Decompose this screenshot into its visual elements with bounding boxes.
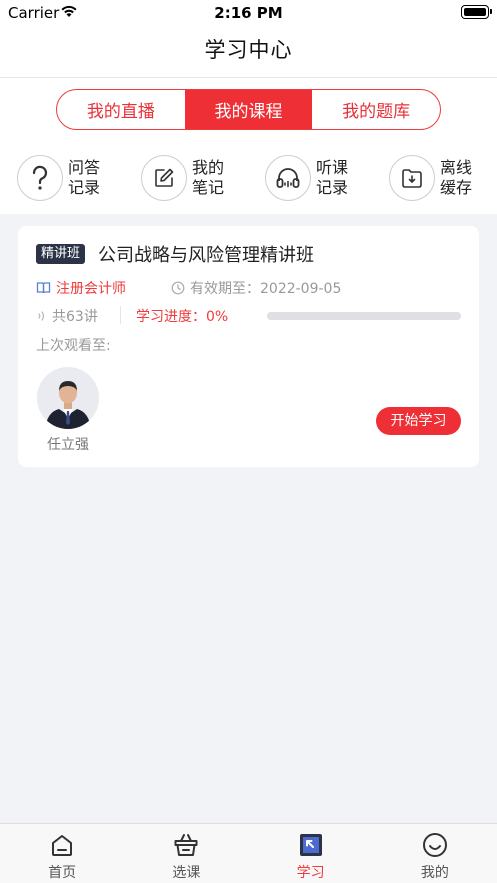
tab-my-live[interactable]: 我的直播 xyxy=(57,90,185,129)
listen-records-label: 听课 记录 xyxy=(316,158,349,197)
tab-my-question-bank[interactable]: 我的题库 xyxy=(312,90,440,129)
tab-home-label: 首页 xyxy=(48,865,77,881)
battery-icon xyxy=(461,5,492,19)
lesson-count: 共63讲 xyxy=(36,306,98,326)
offline-cache-button[interactable]: 离线 缓存 xyxy=(389,153,480,203)
download-folder-icon xyxy=(389,155,435,201)
offline-cache-label: 离线 缓存 xyxy=(440,158,473,197)
tab-mine[interactable]: 我的 xyxy=(373,824,497,883)
tab-select-course[interactable]: 选课 xyxy=(124,824,248,883)
progress-text: 学习进度：0% xyxy=(136,309,229,325)
tab-study[interactable]: 学习 xyxy=(249,824,373,883)
course-title: 公司战略与风险管理精讲班 xyxy=(98,245,314,266)
headphones-icon xyxy=(265,155,311,201)
clock-icon xyxy=(171,281,185,295)
last-watched-label: 上次观看至: xyxy=(36,338,111,354)
course-card[interactable]: 精讲班 公司战略与风险管理精讲班 注册会计师 有效期至：2022-09-05 共… xyxy=(18,226,479,467)
lessons-label: 共63讲 xyxy=(52,309,98,325)
tab-select-course-label: 选课 xyxy=(172,865,201,881)
my-notes-label: 我的 笔记 xyxy=(192,158,225,197)
validity: 有效期至：2022-09-05 xyxy=(171,278,341,298)
edit-icon xyxy=(141,155,187,201)
nav-divider xyxy=(0,77,497,78)
info-divider xyxy=(120,306,121,324)
basket-icon xyxy=(174,834,198,856)
tab-home[interactable]: 首页 xyxy=(0,824,124,883)
valid-until: 有效期至：2022-09-05 xyxy=(190,281,342,297)
teacher-name: 任立强 xyxy=(47,437,89,453)
book-icon xyxy=(36,282,51,294)
page-title: 学习中心 xyxy=(204,38,293,62)
qa-records-label: 问答 记录 xyxy=(68,158,101,197)
progress-bar xyxy=(267,312,461,320)
study-icon xyxy=(299,834,322,856)
clock: 2:16 PM xyxy=(214,4,283,22)
question-icon xyxy=(17,155,63,201)
teacher-avatar xyxy=(37,367,99,429)
course-subject: 注册会计师 xyxy=(36,278,126,298)
qa-records-button[interactable]: 问答 记录 xyxy=(17,153,108,203)
bottom-tab-bar: 首页 选课 学习 我的 xyxy=(0,823,497,883)
subject-label: 注册会计师 xyxy=(56,281,126,297)
segmented-tabs: 我的直播 我的课程 我的题库 xyxy=(56,89,441,130)
start-learning-button[interactable]: 开始学习 xyxy=(376,407,461,435)
audio-wave-icon xyxy=(38,311,45,321)
tab-study-label: 学习 xyxy=(296,865,325,881)
status-bar: Carrier 2:16 PM xyxy=(0,0,497,26)
tab-mine-label: 我的 xyxy=(420,865,449,881)
smile-icon xyxy=(422,833,447,857)
listen-records-button[interactable]: 听课 记录 xyxy=(265,153,356,203)
home-icon xyxy=(52,835,73,856)
tab-my-courses[interactable]: 我的课程 xyxy=(184,90,313,129)
course-tag: 精讲班 xyxy=(36,244,86,264)
my-notes-button[interactable]: 我的 笔记 xyxy=(141,153,232,203)
